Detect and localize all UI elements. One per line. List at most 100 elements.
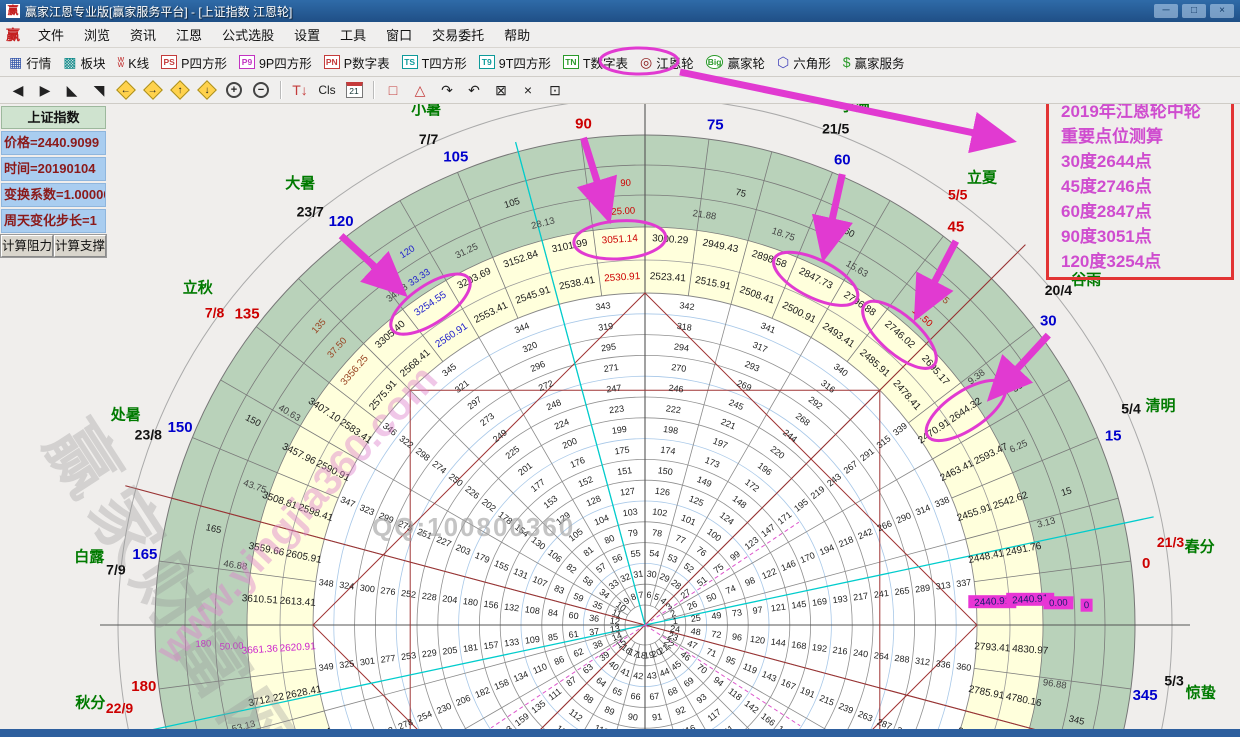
minimize-button[interactable]: ─ [1154,4,1178,18]
svg-text:132: 132 [504,602,520,614]
converge-icon: × [524,82,532,98]
svg-text:247: 247 [606,383,622,395]
tool-time-axis[interactable]: T↓ [288,79,312,101]
page-next-icon: ▶ [40,82,51,99]
pan-up-icon: ↑ [170,80,190,100]
toolbar-button-winner-wheel[interactable]: Big赢家轮 [701,51,772,74]
toolbar-button-t-number-table[interactable]: TNT数字表 [558,51,635,74]
tool-converge[interactable]: × [516,79,540,101]
svg-text:318: 318 [676,321,692,333]
tool-pan-up[interactable]: ↑ [168,79,192,101]
tool-pan-left[interactable]: ← [114,79,138,101]
toolbar-button-quotes[interactable]: ▦行情 [4,51,58,74]
svg-text:223: 223 [608,403,624,415]
tool-box-x[interactable]: ⊠ [489,79,513,101]
select-tool-icon: ⊡ [549,82,561,99]
toolbar-button-9p-square[interactable]: P99P四方形 [234,51,319,74]
menu-item-江恩[interactable]: 江恩 [166,22,212,47]
tool-rotate-ccw[interactable]: ↶ [462,79,486,101]
9p-square-icon: P9 [239,55,255,69]
menu-item-窗口[interactable]: 窗口 [376,22,422,47]
calc-support-button[interactable]: 计算支撑 [54,235,106,257]
kline-label: K线 [128,53,149,72]
svg-text:50.00: 50.00 [219,641,243,653]
tool-select-tool[interactable]: ⊡ [543,79,567,101]
svg-text:立夏: 立夏 [967,168,998,186]
svg-text:180: 180 [195,638,211,650]
svg-text:168: 168 [791,639,807,651]
menu-item-资讯[interactable]: 资讯 [120,22,166,47]
9t-square-icon: T9 [479,55,495,69]
svg-text:135: 135 [235,306,260,323]
svg-text:23/8: 23/8 [135,426,162,442]
svg-text:144: 144 [770,637,786,649]
toolbar-button-9t-square[interactable]: T99T四方形 [474,51,558,74]
tool-calendar[interactable]: 21 [342,79,366,101]
toolbar-button-t-square[interactable]: TST四方形 [397,51,474,74]
p-square-label: P四方形 [181,53,227,72]
svg-text:60: 60 [834,152,851,169]
svg-text:0: 0 [1084,600,1090,611]
main-toolbar: ▦行情 ▩ 板块 ʬK线PSP四方形P99P四方形PNP数字表TST四方形T99T四方… [0,48,1240,77]
svg-text:271: 271 [603,362,619,374]
svg-text:24: 24 [669,623,680,634]
tool-zoom-out[interactable]: − [249,79,273,101]
pan-left-icon: ← [116,80,136,100]
menu-item-公式选股[interactable]: 公式选股 [212,22,284,47]
winner-wheel-icon: Big [706,55,724,69]
menu-item-浏览[interactable]: 浏览 [74,22,120,47]
sectors-label: 板块 [80,53,105,72]
toolbar-button-p-square[interactable]: PSP四方形 [156,51,234,74]
tool-pan-down[interactable]: ↓ [195,79,219,101]
maximize-button[interactable]: □ [1182,4,1206,18]
tool-page-next[interactable]: ▶ [33,79,57,101]
svg-text:169: 169 [811,596,827,608]
sectors-icon: ▩ [63,55,76,69]
tool-pointer-right[interactable]: ◥ [87,79,111,101]
svg-text:345: 345 [1133,687,1158,704]
close-button[interactable]: × [1210,4,1234,18]
toolbar-button-winner-service[interactable]: $赢家服务 [838,51,912,74]
winner-service-icon: $ [843,55,851,69]
tool-pan-right[interactable]: → [141,79,165,101]
calc-resistance-button[interactable]: 计算阻力 [1,235,53,257]
window-title: 赢家江恩专业版[赢家服务平台] - [上证指数 江恩轮] [25,3,292,20]
menu-item-帮助[interactable]: 帮助 [494,22,540,47]
tool-cls[interactable]: Cls [315,79,339,101]
toolbar-button-hexagon[interactable]: ⬡六角形 [772,51,838,74]
tool-rotate-cw[interactable]: ↷ [435,79,459,101]
tool-pointer-left[interactable]: ◣ [60,79,84,101]
svg-text:秋分: 秋分 [75,693,105,711]
menu-item-设置[interactable]: 设置 [284,22,330,47]
application-window: 赢 赢家江恩专业版[赢家服务平台] - [上证指数 江恩轮] ─□× 赢 文件浏… [0,0,1240,737]
svg-text:21/5: 21/5 [822,120,849,136]
svg-text:54: 54 [649,548,660,559]
svg-text:109: 109 [524,634,540,646]
svg-text:91: 91 [651,711,662,722]
toolbar-button-sectors[interactable]: ▩ 板块 [58,51,112,74]
tool-square-tool[interactable]: □ [381,79,405,101]
svg-text:31: 31 [633,569,644,580]
tool-page-prev[interactable]: ◀ [6,79,30,101]
menu-item-交易委托[interactable]: 交易委托 [422,22,494,47]
toolbar-button-kline[interactable]: ʬK线 [113,51,157,74]
gann-wheel-chart-area[interactable]: 1234567891011121314151617181920212223242… [0,104,1240,737]
toolbar-button-p-number-table[interactable]: PNP数字表 [319,51,397,74]
svg-text:49: 49 [711,610,722,621]
rotate-ccw-icon: ↶ [468,82,480,99]
svg-text:229: 229 [421,647,437,659]
t-square-icon: TS [402,55,418,69]
menu-item-工具[interactable]: 工具 [330,22,376,47]
toolbar-button-gann-wheel[interactable]: ◎江恩轮 [635,51,701,74]
menu-item-文件[interactable]: 文件 [28,22,74,47]
tool-zoom-in[interactable]: + [222,79,246,101]
svg-text:90: 90 [620,178,631,189]
note-line-1: 重要点位测算 [1061,124,1221,149]
time-axis-icon: T↓ [292,82,308,98]
svg-text:30: 30 [1040,313,1057,330]
svg-text:348: 348 [318,577,334,589]
svg-text:295: 295 [600,341,616,353]
svg-text:198: 198 [663,424,679,436]
tool-triangle-tool[interactable]: △ [408,79,432,101]
svg-text:294: 294 [673,341,689,353]
